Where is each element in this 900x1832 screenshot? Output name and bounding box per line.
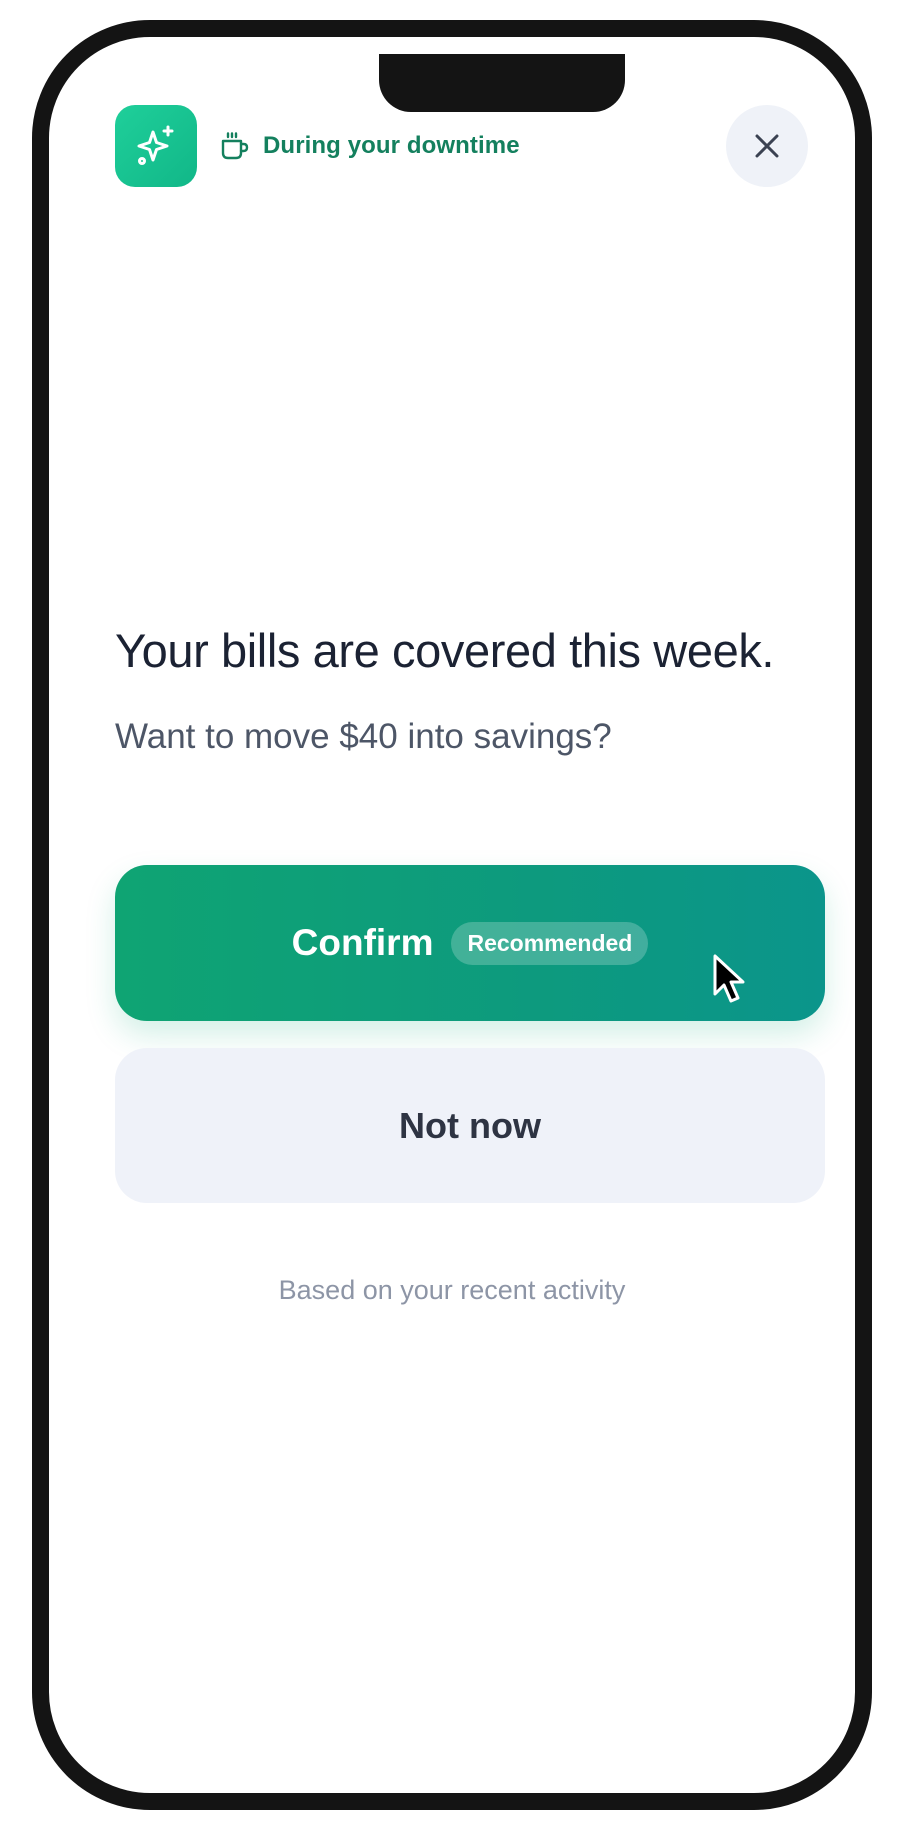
context-tag: During your downtime xyxy=(219,129,520,163)
headline: Your bills are covered this week. xyxy=(115,624,775,677)
not-now-button[interactable]: Not now xyxy=(115,1048,825,1203)
phone-frame: During your downtime Your bills are cove… xyxy=(32,20,872,1810)
coffee-cup-icon xyxy=(221,132,249,160)
close-button[interactable] xyxy=(726,105,808,187)
footnote: Based on your recent activity xyxy=(278,1275,626,1305)
recommended-badge: Recommended xyxy=(451,921,649,965)
close-icon xyxy=(755,134,779,158)
mouse-cursor-icon xyxy=(713,954,745,1003)
context-label: During your downtime xyxy=(263,132,520,159)
subtext: Want to move $40 into savings? xyxy=(115,717,612,756)
not-now-label: Not now xyxy=(399,1104,541,1146)
confirm-label: Confirm xyxy=(291,922,434,963)
device-notch xyxy=(379,54,625,112)
sparkles-icon xyxy=(137,125,174,165)
app-icon xyxy=(115,105,197,187)
